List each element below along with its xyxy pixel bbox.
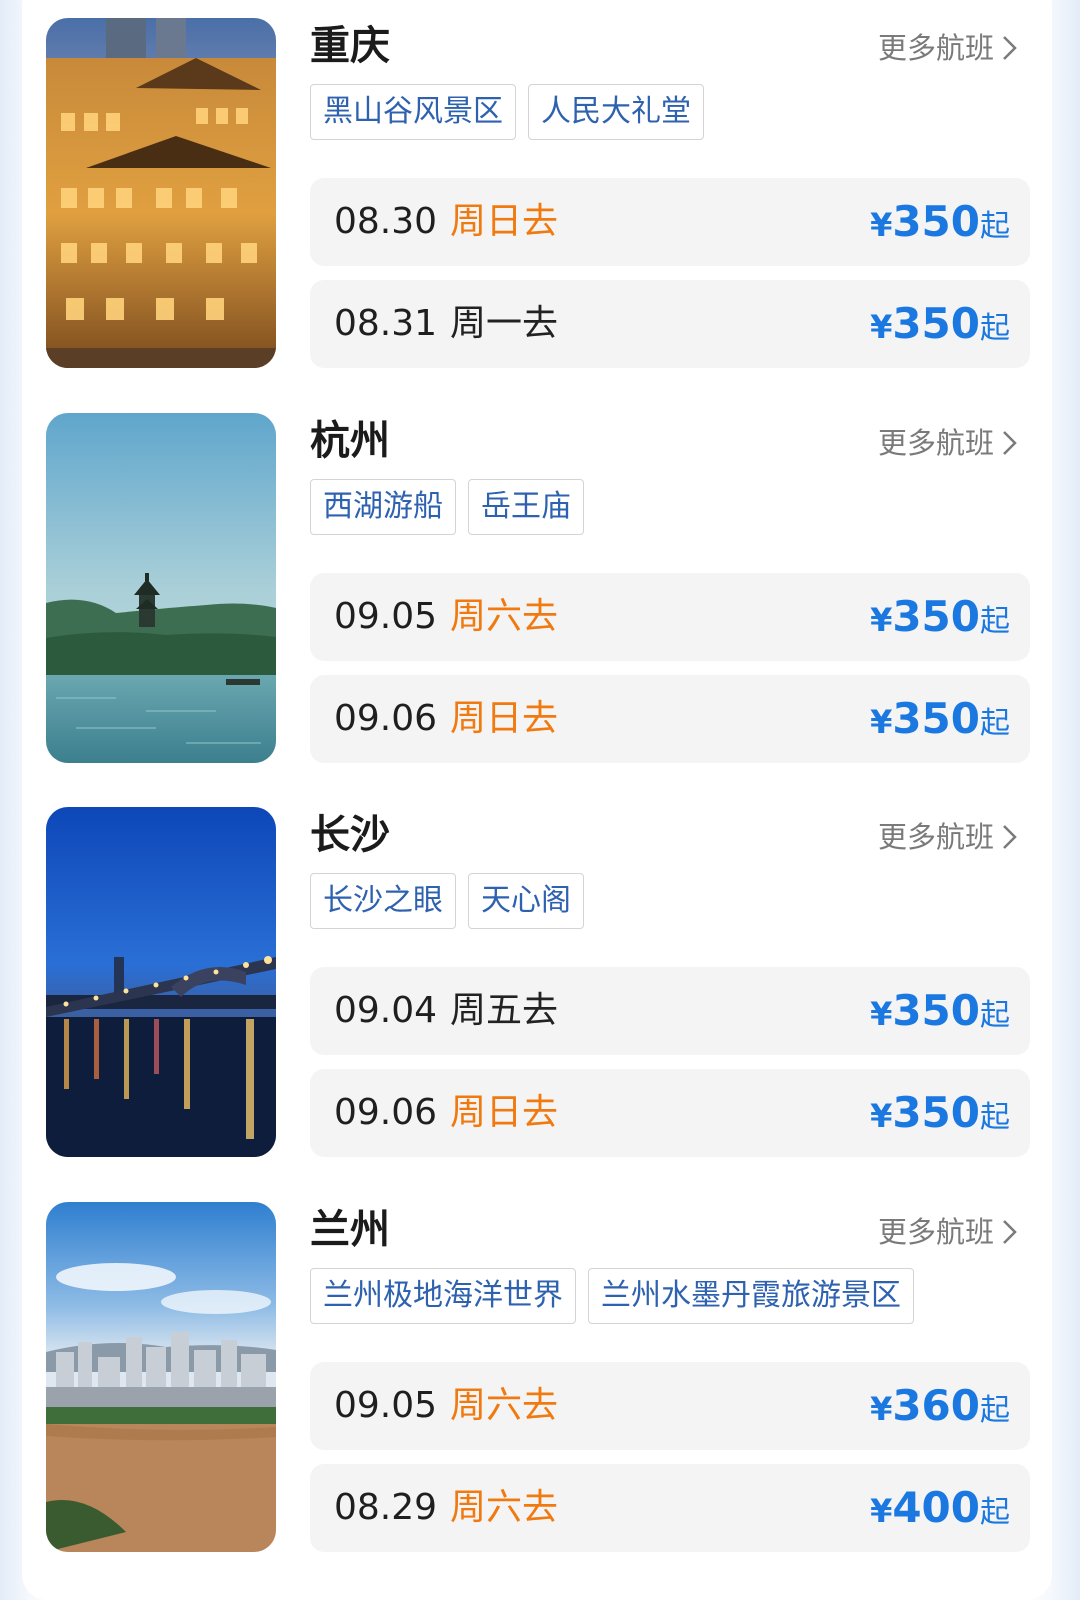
destination-photo[interactable]: [46, 807, 276, 1157]
flight-price: ¥350起: [870, 280, 1010, 377]
flight-date: 09.06: [334, 698, 438, 739]
more-flights-link[interactable]: 更多航班: [878, 423, 1022, 463]
flight-weekday: 周日去: [450, 1092, 559, 1133]
flight-date: 09.06: [334, 1092, 438, 1133]
destination-card[interactable]: 长沙 更多航班 长沙之眼 天心阁 09.04 周五去 ¥350起 09.06 周…: [46, 807, 1032, 1157]
flight-weekday: 周日去: [450, 201, 559, 242]
price-suffix: 起: [980, 706, 1010, 741]
more-flights-label: 更多航班: [877, 1215, 994, 1249]
destination-photo[interactable]: [46, 1202, 276, 1552]
flight-date: 09.04: [334, 990, 438, 1031]
price-suffix: 起: [980, 1100, 1010, 1135]
flight-option-row[interactable]: 09.06 周日去 ¥350起: [310, 1069, 1030, 1157]
attraction-tag[interactable]: 兰州水墨丹霞旅游景区: [588, 1268, 914, 1324]
city-name: 兰州: [310, 1207, 390, 1253]
attraction-tags: 兰州极地海洋世界 兰州水墨丹霞旅游景区: [310, 1268, 926, 1324]
price-value: 350: [892, 197, 980, 246]
flight-option-row[interactable]: 09.04 周五去 ¥350起: [310, 967, 1030, 1055]
flight-option-row[interactable]: 08.30 周日去 ¥350起: [310, 178, 1030, 266]
destination-card[interactable]: 兰州 更多航班 兰州极地海洋世界 兰州水墨丹霞旅游景区 09.05 周六去 ¥3…: [46, 1202, 1032, 1552]
price-suffix: 起: [980, 311, 1010, 346]
more-flights-link[interactable]: 更多航班: [878, 1212, 1022, 1252]
currency-symbol: ¥: [870, 1390, 893, 1428]
attraction-tag[interactable]: 西湖游船: [310, 479, 456, 535]
price-suffix: 起: [980, 998, 1010, 1033]
flight-date: 08.29: [334, 1487, 438, 1528]
flight-price: ¥360起: [870, 1362, 1010, 1459]
currency-symbol: ¥: [870, 601, 893, 639]
attraction-tag[interactable]: 黑山谷风景区: [310, 84, 516, 140]
price-value: 350: [892, 694, 980, 743]
price-value: 350: [892, 592, 980, 641]
flight-weekday: 周一去: [450, 303, 559, 344]
chevron-right-icon: [996, 33, 1022, 63]
chevron-right-icon: [996, 822, 1022, 852]
flight-option-row[interactable]: 08.31 周一去 ¥350起: [310, 280, 1030, 368]
chevron-right-icon: [996, 428, 1022, 458]
more-flights-label: 更多航班: [877, 31, 994, 65]
currency-symbol: ¥: [870, 1097, 893, 1135]
flight-date: 08.30: [334, 201, 438, 242]
destination-card[interactable]: 重庆 更多航班 黑山谷风景区 人民大礼堂 08.30 周日去 ¥350起 08.…: [46, 18, 1032, 368]
attraction-tags: 长沙之眼 天心阁: [310, 873, 596, 929]
chevron-right-icon: [996, 1217, 1022, 1247]
flight-weekday: 周日去: [450, 698, 559, 739]
flight-price: ¥350起: [870, 1069, 1010, 1166]
destination-card[interactable]: 杭州 更多航班 西湖游船 岳王庙 09.05 周六去 ¥350起 09.06 周…: [46, 413, 1032, 763]
flight-weekday: 周六去: [450, 1385, 559, 1426]
currency-symbol: ¥: [870, 308, 893, 346]
currency-symbol: ¥: [870, 1492, 893, 1530]
city-name: 重庆: [310, 23, 390, 69]
more-flights-link[interactable]: 更多航班: [878, 28, 1022, 68]
flight-date: 09.05: [334, 1385, 438, 1426]
price-value: 360: [892, 1381, 980, 1430]
flight-date: 08.31: [334, 303, 438, 344]
attraction-tag[interactable]: 天心阁: [468, 873, 584, 929]
price-suffix: 起: [980, 1495, 1010, 1530]
attraction-tag[interactable]: 岳王庙: [468, 479, 584, 535]
city-name: 杭州: [310, 418, 390, 464]
city-name: 长沙: [310, 812, 390, 858]
price-suffix: 起: [980, 1393, 1010, 1428]
attraction-tags: 西湖游船 岳王庙: [310, 479, 596, 535]
destination-photo[interactable]: [46, 413, 276, 763]
currency-symbol: ¥: [870, 703, 893, 741]
more-flights-label: 更多航班: [877, 426, 994, 460]
flight-price: ¥350起: [870, 178, 1010, 275]
attraction-tags: 黑山谷风景区 人民大礼堂: [310, 84, 716, 140]
flight-option-row[interactable]: 09.06 周日去 ¥350起: [310, 675, 1030, 763]
currency-symbol: ¥: [870, 995, 893, 1033]
price-value: 350: [892, 986, 980, 1035]
flight-option-row[interactable]: 08.29 周六去 ¥400起: [310, 1464, 1030, 1552]
flight-price: ¥400起: [870, 1464, 1010, 1561]
flight-price: ¥350起: [870, 573, 1010, 670]
flight-option-row[interactable]: 09.05 周六去 ¥350起: [310, 573, 1030, 661]
flight-weekday: 周六去: [450, 596, 559, 637]
more-flights-label: 更多航班: [877, 820, 994, 854]
price-value: 350: [892, 299, 980, 348]
flight-weekday: 周六去: [450, 1487, 559, 1528]
price-suffix: 起: [980, 604, 1010, 639]
more-flights-link[interactable]: 更多航班: [878, 817, 1022, 857]
attraction-tag[interactable]: 长沙之眼: [310, 873, 456, 929]
flight-weekday: 周五去: [450, 990, 559, 1031]
price-suffix: 起: [980, 209, 1010, 244]
attraction-tag[interactable]: 人民大礼堂: [528, 84, 704, 140]
flight-price: ¥350起: [870, 675, 1010, 772]
price-value: 350: [892, 1088, 980, 1137]
flight-option-row[interactable]: 09.05 周六去 ¥360起: [310, 1362, 1030, 1450]
currency-symbol: ¥: [870, 206, 893, 244]
flight-date: 09.05: [334, 596, 438, 637]
destination-photo[interactable]: [46, 18, 276, 368]
price-value: 400: [892, 1483, 980, 1532]
attraction-tag[interactable]: 兰州极地海洋世界: [310, 1268, 576, 1324]
flight-price: ¥350起: [870, 967, 1010, 1064]
